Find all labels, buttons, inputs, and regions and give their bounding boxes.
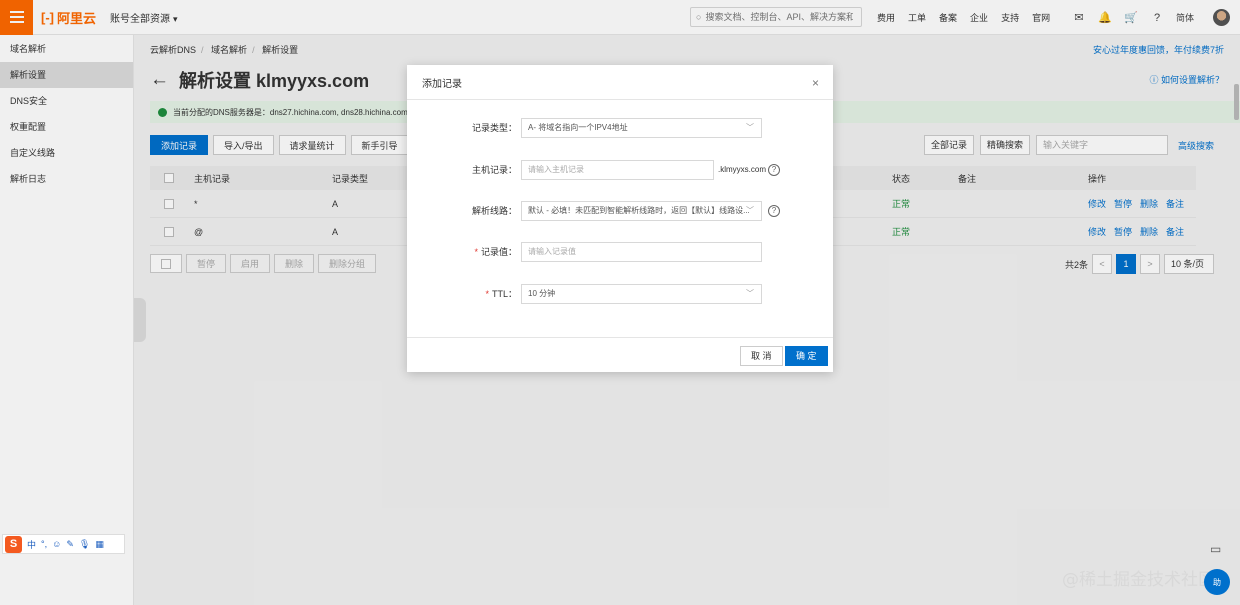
watermark: @稀土掘金技术社区 xyxy=(1062,570,1215,590)
ime-punctuation-icon[interactable]: °, xyxy=(41,539,47,549)
resolution-line-value: 默认 - 必填！未匹配到智能解析线路时，返回【默认】线路设... xyxy=(528,206,750,215)
host-record-row: 主机记录： 请输入主机记录 .klmyyxs.com ? xyxy=(407,160,833,180)
ime-emoji-icon[interactable]: ☺ xyxy=(52,539,61,549)
ttl-select[interactable]: 10 分钟 ﹀ xyxy=(521,284,762,304)
record-value-input[interactable]: 请输入记录值 xyxy=(521,242,762,262)
confirm-button[interactable]: 确 定 xyxy=(785,346,828,366)
record-type-select[interactable]: A- 将域名指向一个IPV4地址 ﹀ xyxy=(521,118,762,138)
dialog-footer: 取 消 确 定 xyxy=(407,337,833,372)
resolution-line-row: 解析线路： 默认 - 必填！未匹配到智能解析线路时，返回【默认】线路设... ﹀… xyxy=(407,201,833,221)
record-value-label-text: 记录值： xyxy=(480,247,517,257)
add-record-dialog: 添加记录 × 记录类型： A- 将域名指向一个IPV4地址 ﹀ 主机记录： 请输… xyxy=(407,65,833,372)
ime-handwrite-icon[interactable]: ✎ xyxy=(66,539,74,550)
record-type-value: A- 将域名指向一个IPV4地址 xyxy=(528,123,628,132)
record-value-label: * 记录值： xyxy=(474,247,517,257)
chevron-down-icon: ﹀ xyxy=(746,289,754,298)
dialog-title: 添加记录 xyxy=(422,78,462,90)
ime-chinese-mode[interactable]: 中 xyxy=(27,538,36,551)
host-record-input[interactable]: 请输入主机记录 xyxy=(521,160,714,180)
record-type-label: 记录类型： xyxy=(471,123,517,133)
record-value-row: * 记录值： 请输入记录值 xyxy=(407,242,833,262)
ttl-label-text: TTL： xyxy=(491,289,517,299)
ttl-value: 10 分钟 xyxy=(528,289,556,298)
chat-icon[interactable]: ▭ xyxy=(1210,542,1221,556)
ttl-label: * TTL： xyxy=(485,289,517,299)
domain-suffix: .klmyyxs.com xyxy=(718,165,766,174)
ttl-row: * TTL： 10 分钟 ﹀ xyxy=(407,284,833,304)
close-icon[interactable]: × xyxy=(812,76,819,90)
chevron-down-icon: ﹀ xyxy=(746,206,754,215)
ime-voice-icon[interactable]: 🎙 xyxy=(79,539,90,550)
ime-toolbar: S 中 °, ☺ ✎ 🎙 ▦ xyxy=(2,534,125,554)
chevron-down-icon: ﹀ xyxy=(746,123,754,132)
question-icon[interactable]: ? xyxy=(768,205,780,217)
resolution-line-label: 解析线路： xyxy=(471,206,517,216)
cancel-button[interactable]: 取 消 xyxy=(740,346,783,366)
question-icon[interactable]: ? xyxy=(768,164,780,176)
ime-toolbox-icon[interactable]: ▦ xyxy=(95,539,104,550)
record-type-row: 记录类型： A- 将域名指向一个IPV4地址 ﹀ xyxy=(407,118,833,138)
assistant-button[interactable]: 助 xyxy=(1204,569,1230,595)
resolution-line-select[interactable]: 默认 - 必填！未匹配到智能解析线路时，返回【默认】线路设... ﹀ xyxy=(521,201,762,221)
host-record-label: 主机记录： xyxy=(471,165,517,175)
dialog-header: 添加记录 × xyxy=(407,65,833,100)
sogou-logo-icon[interactable]: S xyxy=(5,535,22,553)
